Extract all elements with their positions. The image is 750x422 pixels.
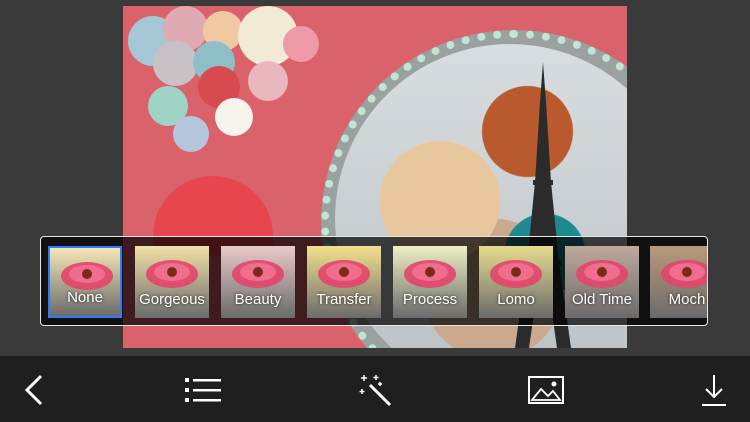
filter-item[interactable]: Beauty xyxy=(221,246,295,318)
balloon xyxy=(215,98,253,136)
flower-icon xyxy=(61,262,113,290)
filter-item[interactable]: Process xyxy=(393,246,467,318)
flower-icon xyxy=(318,260,370,288)
filter-label: Transfer xyxy=(316,291,372,308)
filter-item[interactable]: Lomo xyxy=(479,246,553,318)
balloon xyxy=(283,26,319,62)
filter-label: Beauty xyxy=(234,291,282,308)
flower-icon xyxy=(404,260,456,288)
back-chevron-icon xyxy=(24,374,43,406)
magic-wand-icon xyxy=(359,375,392,407)
filter-item[interactable]: Old Time xyxy=(565,246,639,318)
flower-icon xyxy=(490,260,542,288)
balloon xyxy=(248,61,288,101)
magic-wand-button[interactable] xyxy=(355,370,395,410)
image-icon xyxy=(528,376,564,404)
flower-icon xyxy=(661,260,707,288)
filter-item[interactable]: Gorgeous xyxy=(135,246,209,318)
list-icon xyxy=(185,378,221,402)
flower-icon xyxy=(146,260,198,288)
image-button[interactable] xyxy=(526,370,566,410)
balloon xyxy=(173,116,209,152)
balloon xyxy=(153,41,198,86)
list-button[interactable] xyxy=(183,370,223,410)
bottom-toolbar xyxy=(0,356,750,422)
download-button[interactable] xyxy=(694,370,734,410)
filter-label: Process xyxy=(402,291,458,308)
filter-label: None xyxy=(67,289,103,306)
flower-icon xyxy=(576,260,628,288)
filter-label: Gorgeous xyxy=(139,291,205,308)
filter-label: Old Time xyxy=(571,291,632,308)
filter-label: Lomo xyxy=(497,291,535,308)
filter-strip[interactable]: None Gorgeous Beauty Transfer Process Lomo Old… xyxy=(40,236,708,326)
filter-item[interactable]: Moch xyxy=(650,246,707,318)
filter-label: Moch xyxy=(668,291,706,308)
filter-item[interactable]: None xyxy=(48,246,122,318)
download-icon xyxy=(702,375,726,406)
back-button[interactable] xyxy=(14,370,54,410)
flower-icon xyxy=(232,260,284,288)
filter-item[interactable]: Transfer xyxy=(307,246,381,318)
